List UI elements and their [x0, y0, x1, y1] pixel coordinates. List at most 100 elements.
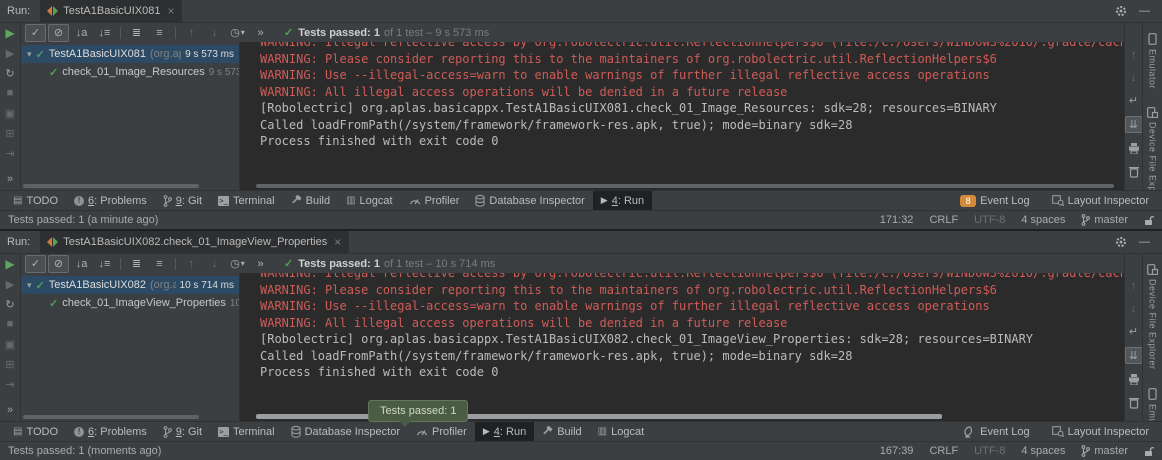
- more-options-icon[interactable]: »: [0, 403, 20, 417]
- stop-icon[interactable]: ■: [2, 86, 18, 100]
- next-failed-button[interactable]: ↓: [204, 255, 225, 273]
- layout-inspector-button[interactable]: Layout Inspector: [1044, 191, 1157, 210]
- device-file-explorer-tool-button[interactable]: Device File Explorer: [1147, 264, 1158, 370]
- print-icon[interactable]: [1126, 141, 1142, 156]
- previous-failed-button[interactable]: ↑: [181, 255, 202, 273]
- toolbar-item-run[interactable]: ▶ 4: Run: [475, 422, 534, 441]
- lock-icon[interactable]: [1144, 215, 1154, 226]
- gear-icon[interactable]: [1115, 5, 1127, 17]
- show-ignored-button[interactable]: ⊘: [48, 255, 69, 273]
- sort-by-duration-button[interactable]: ↓≡: [94, 255, 115, 273]
- import-results-icon[interactable]: ⇥: [2, 377, 18, 391]
- show-passed-button[interactable]: ✓: [25, 24, 46, 42]
- indent-style[interactable]: 4 spaces: [1021, 214, 1065, 226]
- clear-console-icon[interactable]: [1126, 164, 1142, 179]
- gear-icon[interactable]: [1115, 236, 1127, 248]
- screenshot-icon[interactable]: ▣: [2, 337, 18, 351]
- rerun-failed-icon[interactable]: ↻: [2, 297, 18, 311]
- tree-horizontal-scrollbar[interactable]: [23, 184, 199, 188]
- toolbar-item-database-inspector[interactable]: Database Inspector: [283, 422, 408, 441]
- scroll-to-end-icon[interactable]: ⇊: [1125, 116, 1143, 133]
- layout-inspector-button[interactable]: Layout Inspector: [1044, 422, 1157, 441]
- console-horizontal-scrollbar[interactable]: [256, 184, 1114, 188]
- toolbar-item-problems[interactable]: ! 6: Problems: [66, 191, 155, 210]
- caret-position[interactable]: 167:39: [880, 445, 914, 457]
- next-failed-button[interactable]: ↓: [204, 24, 225, 42]
- test-tree-row-root[interactable]: ▾ ✓ TestA1BasicUIX081 (org.aplas.basica …: [21, 45, 239, 63]
- toolbar-overflow-icon[interactable]: »: [250, 255, 271, 273]
- close-icon[interactable]: ×: [167, 4, 174, 18]
- test-history-button[interactable]: ◷▾: [227, 255, 248, 273]
- minimize-icon[interactable]: —: [1139, 5, 1150, 17]
- test-history-button[interactable]: ◷▾: [227, 24, 248, 42]
- test-tree-row-method[interactable]: ✓ check_01_ImageView_Properties 10 s 714…: [21, 294, 239, 312]
- toolbar-item-terminal[interactable]: >_ Terminal: [210, 422, 283, 441]
- debug-rerun-icon[interactable]: ▶: [2, 46, 18, 60]
- toolbar-item-todo[interactable]: ▤ TODO: [5, 422, 66, 441]
- toolbar-item-logcat[interactable]: ▥ Logcat: [590, 422, 652, 441]
- git-branch-widget[interactable]: master: [1081, 214, 1128, 226]
- debug-rerun-icon[interactable]: ▶: [2, 277, 18, 291]
- toolbar-item-profiler[interactable]: Profiler: [401, 191, 468, 210]
- minimize-icon[interactable]: —: [1139, 236, 1150, 248]
- line-ending[interactable]: CRLF: [929, 214, 958, 226]
- up-stacktrace-icon[interactable]: ↑: [1126, 47, 1142, 62]
- run-tab[interactable]: TestA1BasicUIX082.check_01_ImageView_Pro…: [40, 231, 349, 253]
- toolbar-item-run[interactable]: ▶ 4: Run: [593, 191, 652, 210]
- run-tab[interactable]: TestA1BasicUIX081 ×: [40, 0, 182, 22]
- layers-icon[interactable]: ⊞: [2, 357, 18, 371]
- collapse-all-button[interactable]: ≡: [149, 24, 170, 42]
- soft-wrap-icon[interactable]: ↵: [1126, 324, 1142, 339]
- file-encoding[interactable]: UTF-8: [974, 214, 1005, 226]
- toolbar-item-terminal[interactable]: >_ Terminal: [210, 191, 283, 210]
- test-tree-row-method[interactable]: ✓ check_01_Image_Resources 9 s 573 ms: [21, 63, 239, 81]
- toolbar-item-database-inspector[interactable]: Database Inspector: [467, 191, 592, 210]
- close-icon[interactable]: ×: [334, 235, 341, 249]
- line-ending[interactable]: CRLF: [929, 445, 958, 457]
- toolbar-item-profiler[interactable]: Profiler: [408, 422, 475, 441]
- sort-alphabetically-button[interactable]: ↓a: [71, 24, 92, 42]
- expand-all-button[interactable]: ≣: [126, 24, 147, 42]
- print-icon[interactable]: [1126, 372, 1142, 387]
- chevron-down-icon[interactable]: ▾: [27, 280, 32, 291]
- chevron-down-icon[interactable]: ▾: [27, 49, 32, 60]
- toolbar-overflow-icon[interactable]: »: [250, 24, 271, 42]
- previous-failed-button[interactable]: ↑: [181, 24, 202, 42]
- screenshot-icon[interactable]: ▣: [2, 106, 18, 120]
- git-branch-widget[interactable]: master: [1081, 445, 1128, 457]
- sort-alphabetically-button[interactable]: ↓a: [71, 255, 92, 273]
- file-encoding[interactable]: UTF-8: [974, 445, 1005, 457]
- import-results-icon[interactable]: ⇥: [2, 146, 18, 160]
- event-log-button[interactable]: Event Log: [956, 422, 1038, 441]
- toolbar-item-problems[interactable]: ! 6: Problems: [66, 422, 155, 441]
- indent-style[interactable]: 4 spaces: [1021, 445, 1065, 457]
- caret-position[interactable]: 171:32: [880, 214, 914, 226]
- rerun-button[interactable]: ▶: [2, 257, 18, 271]
- more-options-icon[interactable]: »: [0, 172, 20, 186]
- sort-by-duration-button[interactable]: ↓≡: [94, 24, 115, 42]
- test-tree-row-root[interactable]: ▾ ✓ TestA1BasicUIX082 (org.aplas.basica …: [21, 276, 239, 294]
- down-stacktrace-icon[interactable]: ↓: [1126, 301, 1142, 316]
- collapse-all-button[interactable]: ≡: [149, 255, 170, 273]
- clear-console-icon[interactable]: [1126, 395, 1142, 410]
- lock-icon[interactable]: [1144, 446, 1154, 457]
- show-passed-button[interactable]: ✓: [25, 255, 46, 273]
- event-log-button[interactable]: 8 Event Log: [952, 191, 1038, 210]
- scroll-to-end-icon[interactable]: ⇊: [1125, 347, 1143, 364]
- toolbar-item-build[interactable]: Build: [534, 422, 589, 441]
- soft-wrap-icon[interactable]: ↵: [1126, 93, 1142, 108]
- stop-icon[interactable]: ■: [2, 317, 18, 331]
- emulator-tool-button[interactable]: Emulator: [1148, 33, 1158, 89]
- rerun-failed-icon[interactable]: ↻: [2, 66, 18, 80]
- expand-all-button[interactable]: ≣: [126, 255, 147, 273]
- toolbar-item-git[interactable]: 9: Git: [155, 191, 210, 210]
- console-horizontal-scrollbar[interactable]: [256, 414, 942, 419]
- down-stacktrace-icon[interactable]: ↓: [1126, 70, 1142, 85]
- toolbar-item-git[interactable]: 9: Git: [155, 422, 210, 441]
- toolbar-item-build[interactable]: Build: [283, 191, 338, 210]
- toolbar-item-todo[interactable]: ▤ TODO: [5, 191, 66, 210]
- toolbar-item-logcat[interactable]: ▥ Logcat: [338, 191, 400, 210]
- layers-icon[interactable]: ⊞: [2, 126, 18, 140]
- up-stacktrace-icon[interactable]: ↑: [1126, 278, 1142, 293]
- rerun-button[interactable]: ▶: [2, 26, 18, 40]
